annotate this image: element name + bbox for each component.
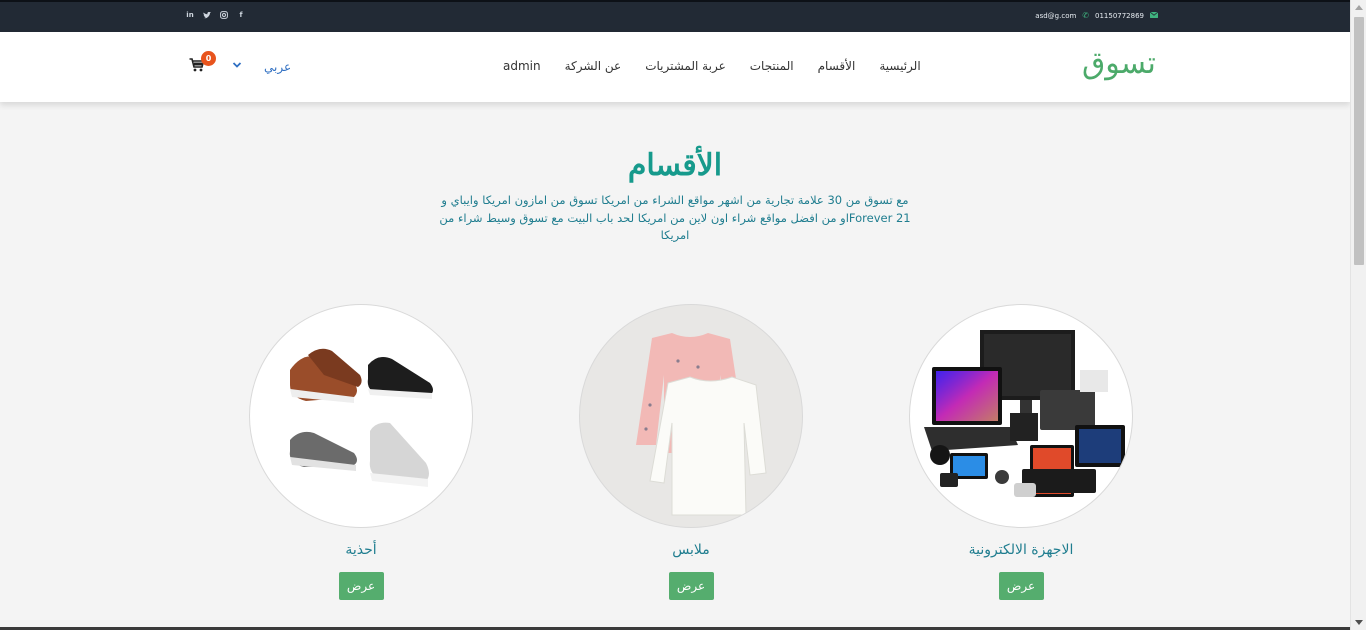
category-name: الاجهزة الالكترونية xyxy=(968,542,1074,558)
view-electronics-button[interactable]: عرض xyxy=(998,572,1044,600)
top-bar: in f asd@g.com ✆ 01150772869 xyxy=(0,0,1350,32)
phone-text[interactable]: 01150772869 xyxy=(1095,12,1144,20)
category-name: ملابس xyxy=(672,542,710,558)
cart-count-badge: 0 xyxy=(201,51,216,66)
section-description: مع تسوق من 30 علامة تجارية من اشهر مواقع… xyxy=(439,193,911,242)
main-navbar: تسوق الرئيسية الأقسام المنتجات عربة المش… xyxy=(0,32,1350,102)
email-text[interactable]: asd@g.com xyxy=(1035,12,1076,20)
nav-products[interactable]: المنتجات xyxy=(750,59,794,73)
phone-icon: ✆ xyxy=(1082,11,1089,20)
facebook-icon[interactable]: f xyxy=(237,10,245,20)
category-image-clothes[interactable] xyxy=(579,304,803,528)
scroll-down-arrow-icon[interactable] xyxy=(1355,620,1363,625)
contact-info: asd@g.com ✆ 01150772869 xyxy=(1035,11,1159,20)
twitter-icon[interactable] xyxy=(203,10,211,20)
envelope-icon xyxy=(1149,11,1159,20)
nav-home[interactable]: الرئيسية xyxy=(879,59,920,73)
section-title: الأقسام xyxy=(627,148,723,183)
category-name: أحذية xyxy=(345,542,377,558)
scrollbar-thumb[interactable] xyxy=(1354,17,1364,265)
linkedin-icon[interactable]: in xyxy=(186,10,194,20)
category-card-electronics: الاجهزة الالكترونية عرض xyxy=(909,304,1133,600)
category-image-shoes[interactable] xyxy=(249,304,473,528)
category-card-shoes: أحذية عرض xyxy=(249,304,473,600)
vertical-scrollbar[interactable] xyxy=(1350,0,1366,630)
language-selector[interactable]: عربي xyxy=(264,60,291,74)
category-image-electronics[interactable] xyxy=(909,304,1133,528)
main-menu: الرئيسية الأقسام المنتجات عربة المشتريات… xyxy=(503,59,921,73)
brand-logo[interactable]: تسوق xyxy=(1082,46,1156,81)
social-links: in f xyxy=(186,10,245,20)
scroll-up-arrow-icon[interactable] xyxy=(1355,5,1363,10)
chevron-down-icon[interactable] xyxy=(232,60,242,70)
nav-about[interactable]: عن الشركة xyxy=(565,59,622,73)
nav-admin[interactable]: admin xyxy=(503,59,541,73)
view-shoes-button[interactable]: عرض xyxy=(338,572,384,600)
nav-cart[interactable]: عربة المشتريات xyxy=(645,59,726,73)
instagram-icon[interactable] xyxy=(220,10,228,20)
nav-categories[interactable]: الأقسام xyxy=(818,59,856,73)
view-clothes-button[interactable]: عرض xyxy=(668,572,714,600)
category-card-clothes: ملابس عرض xyxy=(579,304,803,600)
